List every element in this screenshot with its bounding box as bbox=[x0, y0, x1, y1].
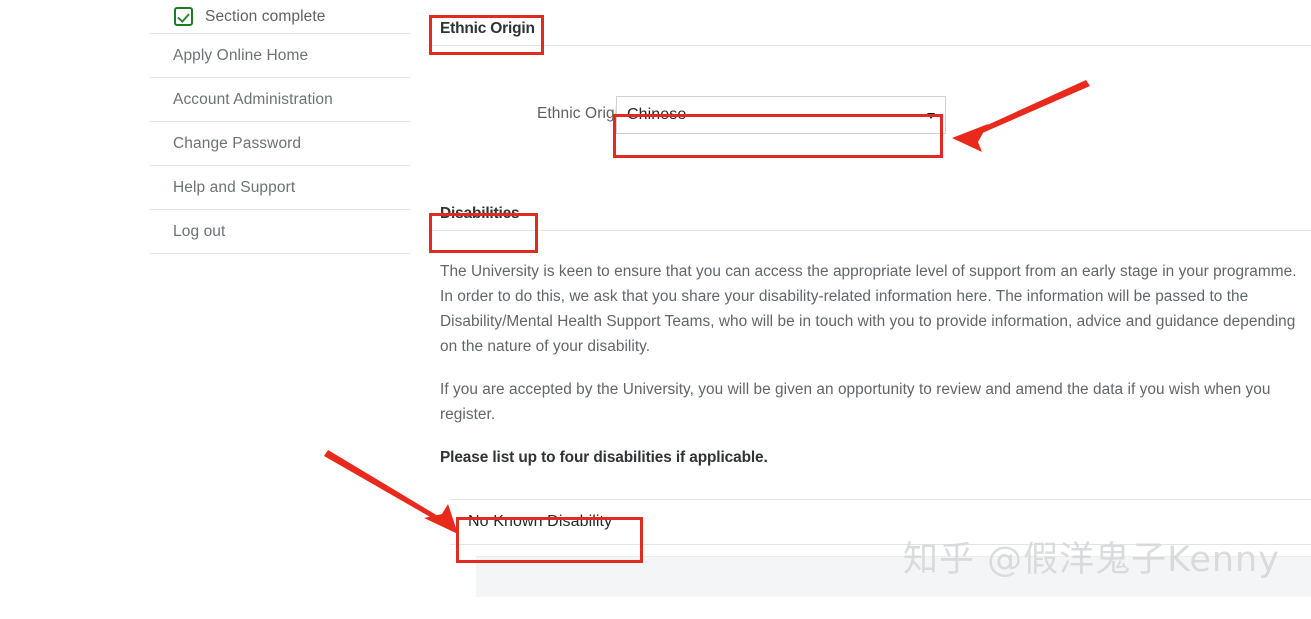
sidebar-item-label: Help and Support bbox=[173, 178, 296, 196]
ethnic-origin-select[interactable]: Chinese bbox=[616, 96, 946, 134]
disabilities-paragraph-2: If you are accepted by the University, y… bbox=[440, 381, 1271, 423]
sidebar-item-label: Account Administration bbox=[173, 90, 333, 108]
section-complete-label: Section complete bbox=[205, 7, 326, 25]
disabilities-table: No Known Disability bbox=[450, 499, 1311, 597]
disabilities-section-header: Disabilities bbox=[428, 185, 1311, 237]
sidebar-item-label: Log out bbox=[173, 222, 226, 240]
ethnic-origin-selected-value: Chinese bbox=[627, 106, 687, 123]
section-rule bbox=[428, 230, 1311, 231]
page-title-ethnic-origin: Ethnic Origin bbox=[440, 20, 539, 38]
main-content: Ethnic Origin Ethnic Origin Chinese Disa… bbox=[428, 0, 1311, 597]
disabilities-paragraph-1: The University is keen to ensure that yo… bbox=[440, 263, 1297, 355]
sidebar-item-log-out[interactable]: Log out bbox=[150, 210, 410, 253]
page-root: Section complete Apply Online Home Accou… bbox=[0, 0, 1311, 619]
disabilities-detail-panel bbox=[476, 556, 1311, 597]
sidebar-item-label: Apply Online Home bbox=[173, 46, 309, 64]
sidebar-item-label: Change Password bbox=[173, 134, 302, 152]
table-row[interactable]: No Known Disability bbox=[450, 499, 1311, 545]
disability-row-label: No Known Disability bbox=[468, 513, 613, 530]
disabilities-instruction: Please list up to four disabilities if a… bbox=[440, 449, 768, 466]
section-rule bbox=[428, 45, 1311, 46]
sidebar-item-account-administration[interactable]: Account Administration bbox=[150, 78, 410, 121]
page-title-disabilities: Disabilities bbox=[440, 205, 524, 223]
sidebar: Section complete Apply Online Home Accou… bbox=[150, 0, 410, 254]
checkbox-checked-icon bbox=[174, 7, 193, 26]
sidebar-item-help-and-support[interactable]: Help and Support bbox=[150, 166, 410, 209]
section-complete-status: Section complete bbox=[150, 0, 410, 33]
ethnic-origin-field-label: Ethnic Origin bbox=[536, 105, 627, 122]
sidebar-item-apply-online-home[interactable]: Apply Online Home bbox=[150, 34, 410, 77]
ethnic-origin-section-header: Ethnic Origin bbox=[428, 0, 1311, 52]
ethnic-origin-select-wrapper[interactable]: Chinese bbox=[616, 96, 946, 134]
sidebar-divider bbox=[150, 253, 410, 254]
sidebar-item-change-password[interactable]: Change Password bbox=[150, 122, 410, 165]
ethnic-origin-form-row: Ethnic Origin Chinese bbox=[428, 91, 1311, 163]
